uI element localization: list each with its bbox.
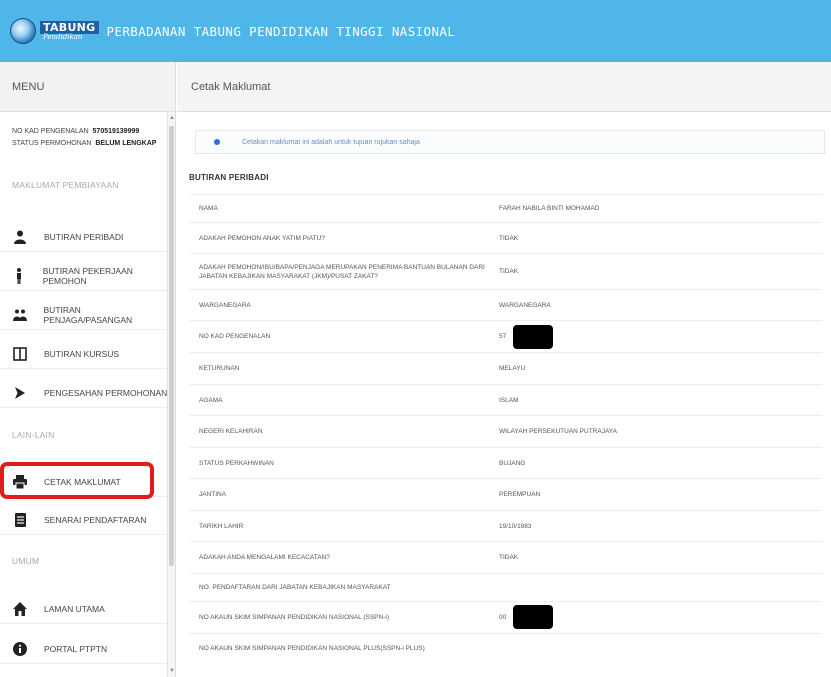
table-row: WARGANEGARA WARGANEGARA xyxy=(189,290,822,321)
main-content: Cetak Maklumat Cetakan maklumat ini adal… xyxy=(177,62,831,677)
details-table: NAMA FARAH NABILA BINTI MOHAMAD ADAKAH P… xyxy=(189,194,822,662)
row-value: PEREMPUAN xyxy=(499,491,541,498)
ptptn-logo[interactable]: TABUNG Pendidikan xyxy=(10,18,99,44)
section-lain-lain: LAIN-LAIN xyxy=(12,430,55,440)
scroll-down-icon[interactable]: ▼ xyxy=(169,667,175,675)
table-row: NO. PENDAFTARAN DARI JABATAN KEBAJIKAN M… xyxy=(189,574,822,602)
sidebar-item-label: LAMAN UTAMA xyxy=(44,603,105,614)
arrow-right-icon xyxy=(12,385,28,401)
row-label: JANTINA xyxy=(199,491,227,498)
sidebar-item-label: PENGESAHAN PERMOHONAN xyxy=(44,387,168,398)
sidebar-item-label: BUTIRAN PENJAGA/PASANGAN xyxy=(43,304,133,325)
row-value: 19/10/1983 xyxy=(499,522,532,530)
menu-title: MENU xyxy=(0,62,175,112)
row-label: NO AKAUN SKIM SIMPANAN PENDIDIKAN NASION… xyxy=(199,614,389,621)
table-row: KETURUNAN MELAYU xyxy=(189,353,822,385)
table-row: NO AKAUN SKIM SIMPANAN PENDIDIKAN NASION… xyxy=(189,634,822,662)
scroll-thumb[interactable] xyxy=(169,126,174,566)
person-icon xyxy=(12,229,28,245)
row-value: BUJANG xyxy=(499,459,526,467)
home-icon xyxy=(12,601,28,617)
logo-text: TABUNG Pendidikan xyxy=(40,21,99,41)
sidebar-item-laman-utama[interactable]: LAMAN UTAMA xyxy=(0,594,168,624)
info-banner: Cetakan maklumat ini adalah untuk tujuan… xyxy=(195,130,825,154)
redaction-block xyxy=(513,605,553,629)
group-icon xyxy=(12,307,28,323)
row-value: TIDAK xyxy=(499,268,519,275)
row-value: 00 xyxy=(499,614,507,621)
sidebar-item-label: SENARAI PENDAFTARAN xyxy=(44,514,147,525)
highlight-box xyxy=(0,462,154,499)
sidebar-item-label: BUTIRAN PEKERJAAN PEMOHON xyxy=(42,265,133,286)
section-title: BUTIRAN PERIBADI xyxy=(189,173,269,182)
sidebar-item-label: PORTAL PTPTN xyxy=(44,643,108,654)
row-value: MELAYU xyxy=(499,365,526,372)
status-label: STATUS PERMOHONAN xyxy=(12,140,92,147)
row-label: NO KAD PENGENALAN xyxy=(199,333,271,340)
row-label: NAMA xyxy=(199,205,218,212)
redaction-block xyxy=(513,325,553,349)
sidebar-item-senarai-pendaftaran[interactable]: SENARAI PENDAFTARAN xyxy=(0,505,168,535)
table-row: NO AKAUN SKIM SIMPANAN PENDIDIKAN NASION… xyxy=(189,602,822,634)
sidebar-item-butiran-pekerjaan[interactable]: BUTIRAN PEKERJAAN PEMOHON xyxy=(0,261,168,291)
row-label: ADAKAH ANDA MENGALAMI KECACATAN? xyxy=(199,554,330,561)
row-label: ADAKAH PEMOHON/IBU/BAPA/PENJAGA MERUPAKA… xyxy=(199,263,485,280)
row-value: TIDAK xyxy=(499,554,519,561)
table-row: TARIKH LAHIR 19/10/1983 xyxy=(189,511,822,542)
globe-icon xyxy=(10,18,36,44)
row-value: FARAH NABILA BINTI MOHAMAD xyxy=(499,205,600,212)
status-value: BELUM LENGKAP xyxy=(95,140,157,147)
sidebar-item-butiran-kursus[interactable]: BUTIRAN KURSUS xyxy=(0,339,168,369)
row-label: NO. PENDAFTARAN DARI JABATAN KEBAJIKAN M… xyxy=(199,584,391,591)
sidebar: MENU NO KAD PENGENALAN 570519139999 STAT… xyxy=(0,62,176,677)
row-value: WILAYAH PERSEKUTUAN PUTRAJAYA xyxy=(499,428,617,435)
row-label: NO AKAUN SKIM SIMPANAN PENDIDIKAN NASION… xyxy=(199,644,425,652)
scroll-up-icon[interactable]: ▲ xyxy=(169,114,175,122)
row-value: WARGANEGARA xyxy=(499,301,551,309)
sidebar-item-label: BUTIRAN PERIBADI xyxy=(44,231,124,242)
sidebar-scrollbar[interactable]: ▲ ▼ xyxy=(167,112,175,677)
row-label: AGAMA xyxy=(199,396,223,404)
row-value: ISLAM xyxy=(499,396,519,404)
row-value: 57 xyxy=(499,333,507,340)
row-label: KETURUNAN xyxy=(199,365,240,372)
row-label: ADAKAH PEMOHON ANAK YATIM PIATU? xyxy=(199,234,325,242)
row-label: WARGANEGARA xyxy=(199,301,251,309)
row-value: TIDAK xyxy=(499,234,519,242)
kad-label: NO KAD PENGENALAN xyxy=(12,128,89,135)
table-row: ADAKAH PEMOHON/IBU/BAPA/PENJAGA MERUPAKA… xyxy=(189,254,822,290)
table-row: ADAKAH PEMOHON ANAK YATIM PIATU? TIDAK xyxy=(189,223,822,254)
table-row: STATUS PERKAHWINAN BUJANG xyxy=(189,448,822,479)
section-maklumat-pembiayaan: MAKLUMAT PEMBIAYAAN xyxy=(12,180,119,190)
header-bar: TABUNG Pendidikan PERBADANAN TABUNG PEND… xyxy=(0,0,831,62)
logo-sub-text: Pendidikan xyxy=(43,33,83,41)
row-label: STATUS PERKAHWINAN xyxy=(199,459,274,467)
info-icon xyxy=(12,641,28,657)
table-row: NEGERI KELAHIRAN WILAYAH PERSEKUTUAN PUT… xyxy=(189,416,822,448)
row-label: TARIKH LAHIR xyxy=(199,522,244,530)
book-icon xyxy=(12,346,28,362)
table-row: ADAKAH ANDA MENGALAMI KECACATAN? TIDAK xyxy=(189,542,822,574)
sidebar-item-butiran-penjaga[interactable]: BUTIRAN PENJAGA/PASANGAN xyxy=(0,300,168,330)
sidebar-item-butiran-peribadi[interactable]: BUTIRAN PERIBADI xyxy=(0,222,168,252)
table-row: NO KAD PENGENALAN 57 xyxy=(189,321,822,353)
table-row: NAMA FARAH NABILA BINTI MOHAMAD xyxy=(189,195,822,223)
kad-value: 570519139999 xyxy=(92,128,140,135)
document-icon xyxy=(12,512,28,528)
app-title: PERBADANAN TABUNG PENDIDIKAN TINGGI NASI… xyxy=(106,23,456,39)
table-row: AGAMA ISLAM xyxy=(189,385,822,416)
sidebar-item-portal-ptptn[interactable]: PORTAL PTPTN xyxy=(0,634,168,664)
row-label: NEGERI KELAHIRAN xyxy=(199,428,263,435)
application-status: NO KAD PENGENALAN 570519139999 STATUS PE… xyxy=(12,126,162,150)
sidebar-item-pengesahan[interactable]: PENGESAHAN PERMOHONAN xyxy=(0,378,168,408)
section-umum: UMUM xyxy=(12,556,40,566)
page-title: Cetak Maklumat xyxy=(177,62,831,112)
standing-person-icon xyxy=(12,267,27,284)
table-row: JANTINA PEREMPUAN xyxy=(189,479,822,511)
info-text: Cetakan maklumat ini adalah untuk tujuan… xyxy=(242,138,420,146)
sidebar-item-label: BUTIRAN KURSUS xyxy=(44,348,120,359)
info-dot-icon xyxy=(214,139,220,145)
